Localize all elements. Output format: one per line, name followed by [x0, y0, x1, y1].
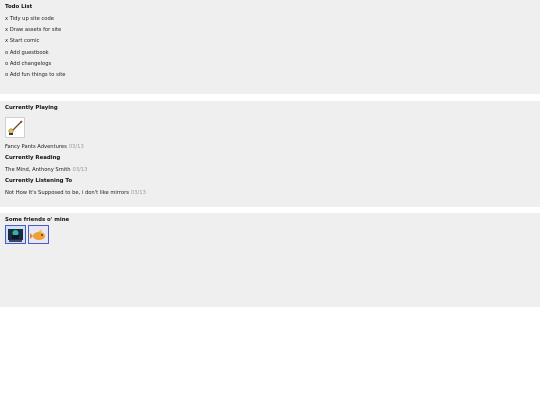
listening-title: Not How It's Supposed to be, i don't lik…: [5, 190, 129, 196]
friends-heading: Some friends o' mine: [5, 217, 70, 223]
todo-item: x Start comic: [5, 38, 40, 44]
todo-item: x Draw assets for site: [5, 27, 62, 33]
todo-item: o Add fun things to site: [5, 72, 66, 78]
friend-site-button-icon: [29, 226, 48, 243]
friend-site-button-icon: [6, 226, 25, 243]
todo-panel: Todo List x Tidy up site code x Draw ass…: [0, 0, 540, 94]
reading-line: The Mind, Anthony Smith 03/13: [5, 167, 88, 174]
todo-item: o Add guestbook: [5, 50, 49, 56]
playing-title: Fancy Pants Adventures: [5, 144, 67, 150]
game-thumbnail-icon[interactable]: [5, 117, 25, 138]
friends-panel: Some friends o' mine: [0, 213, 540, 307]
reading-date: 03/13: [72, 167, 88, 173]
reading-heading: Currently Reading: [5, 155, 61, 161]
friend-site-button[interactable]: [5, 225, 26, 244]
todo-item: o Add changelogs: [5, 61, 52, 67]
playing-line: Fancy Pants Adventures 03/13: [5, 144, 84, 151]
reading-title: The Mind, Anthony Smith: [5, 167, 71, 173]
listening-heading: Currently Listening To: [5, 178, 73, 184]
friend-site-button[interactable]: [28, 225, 49, 244]
todo-item: x Tidy up site code: [5, 16, 54, 22]
todo-heading: Todo List: [5, 4, 33, 10]
playing-date: 03/13: [68, 144, 84, 150]
listening-line: Not How It's Supposed to be, i don't lik…: [5, 190, 146, 197]
status-panel: Currently Playing Fancy Pants Adventures…: [0, 101, 540, 207]
listening-date: 03/13: [130, 190, 146, 196]
playing-heading: Currently Playing: [5, 105, 58, 111]
